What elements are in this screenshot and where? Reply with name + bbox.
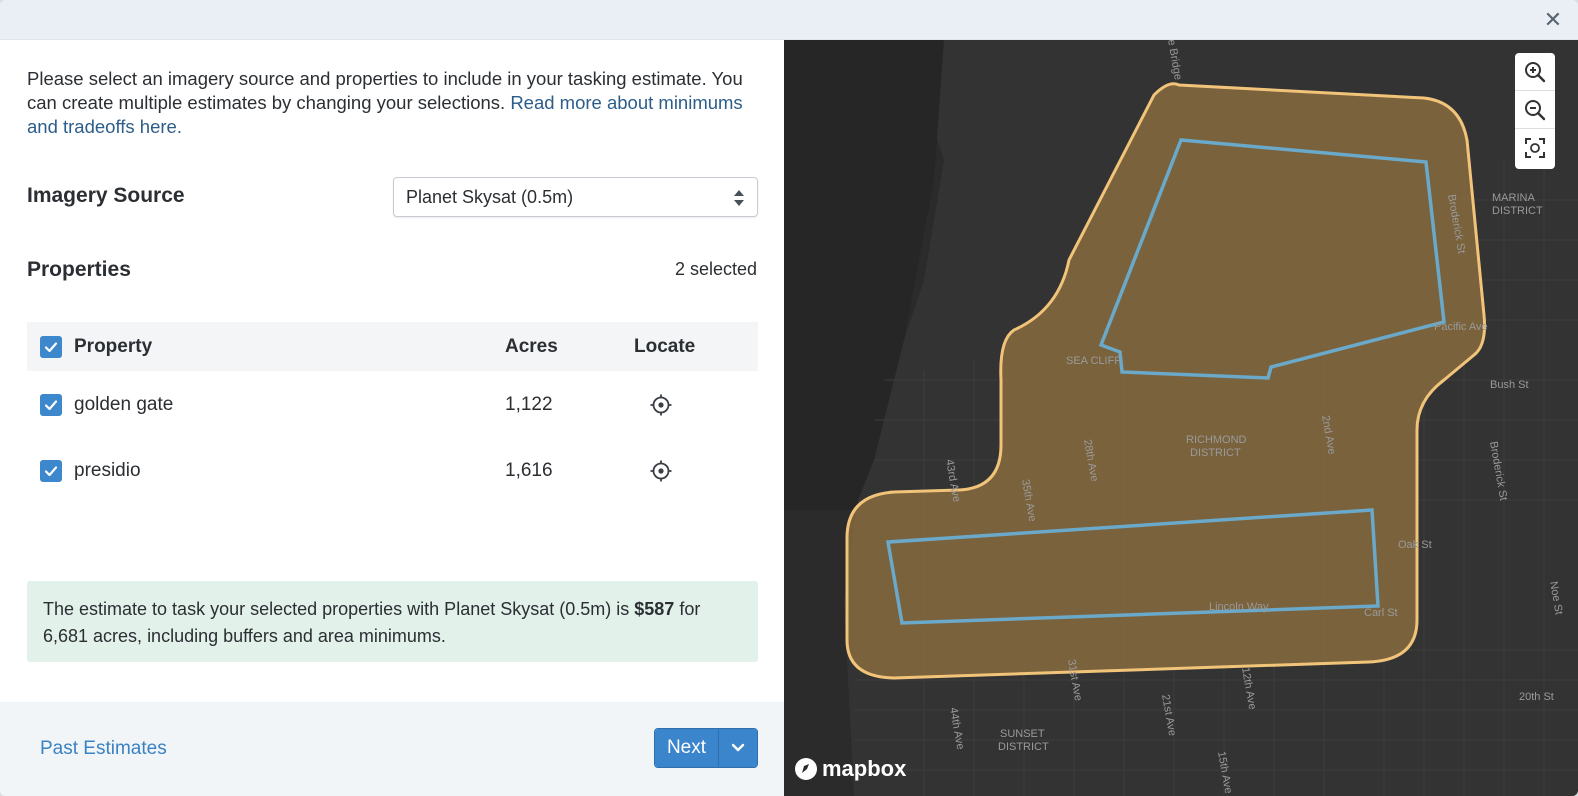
estimate-modal: ✕ Please select an imagery source and pr… <box>0 0 1578 796</box>
row-checkbox[interactable] <box>40 460 62 482</box>
map-label-bush: Bush St <box>1490 379 1529 391</box>
map-label-sunset-1: SUNSET <box>1000 728 1045 740</box>
property-name: golden gate <box>74 394 174 415</box>
column-acres[interactable]: Acres <box>505 336 558 358</box>
properties-table-header: Property Acres Locate <box>27 322 758 371</box>
imagery-source-select[interactable]: Planet Skysat (0.5m) <box>393 177 758 217</box>
mapbox-icon <box>795 758 817 780</box>
check-icon <box>44 400 58 411</box>
column-locate: Locate <box>634 336 696 357</box>
modal-header: ✕ <box>0 0 1578 40</box>
map-label-richmond-1: RICHMOND <box>1186 434 1247 446</box>
map-label-marina-2: DISTRICT <box>1492 205 1543 217</box>
imagery-source-label: Imagery Source <box>27 184 185 207</box>
chevron-down-icon <box>731 743 745 752</box>
fit-bounds-icon <box>1525 138 1545 158</box>
estimate-price: $587 <box>634 599 675 619</box>
map-label-richmond-2: DISTRICT <box>1190 447 1241 459</box>
imagery-source-value: Planet Skysat (0.5m) <box>406 187 574 207</box>
select-arrows-icon <box>734 190 744 206</box>
map-label-sunset-2: DISTRICT <box>998 741 1049 753</box>
map-label-carl: Carl St <box>1364 607 1398 619</box>
check-icon <box>44 342 58 353</box>
map-zoom-controls <box>1515 53 1555 169</box>
next-split-button: Next <box>654 728 758 768</box>
properties-label: Properties <box>27 258 131 281</box>
next-dropdown-button[interactable] <box>719 729 757 767</box>
select-all-checkbox[interactable] <box>40 336 62 358</box>
column-property[interactable]: Property <box>74 336 152 358</box>
zoom-out-button[interactable] <box>1515 91 1555 129</box>
map-label-marina-1: MARINA <box>1492 192 1535 204</box>
zoom-in-button[interactable] <box>1515 53 1555 91</box>
map-label-oak: Oak St <box>1398 539 1432 551</box>
estimate-form-pane: Please select an imagery source and prop… <box>0 40 784 796</box>
zoom-out-icon <box>1525 99 1546 120</box>
map-label-pacific: Pacific Ave <box>1434 321 1488 333</box>
map-label-sea-cliff: SEA CLIFF <box>1066 355 1121 367</box>
property-acres: 1,616 <box>505 460 553 481</box>
locate-crosshair-icon[interactable] <box>650 394 672 416</box>
zoom-in-icon <box>1525 61 1546 82</box>
map-view[interactable]: MARINA DISTRICT RICHMOND DISTRICT SUNSET… <box>784 40 1578 796</box>
check-icon <box>44 466 58 477</box>
locate-crosshair-icon[interactable] <box>650 460 672 482</box>
map-label-20th: 20th St <box>1519 691 1554 703</box>
mapbox-wordmark: mapbox <box>822 756 907 781</box>
property-acres: 1,122 <box>505 394 553 415</box>
mapbox-logo[interactable]: mapbox <box>794 756 906 782</box>
property-name: presidio <box>74 460 141 481</box>
past-estimates-link[interactable]: Past Estimates <box>40 738 167 760</box>
row-checkbox[interactable] <box>40 394 62 416</box>
estimate-prefix: The estimate to task your selected prope… <box>43 599 630 619</box>
next-button[interactable]: Next <box>655 729 719 767</box>
fit-bounds-button[interactable] <box>1515 129 1555 167</box>
intro-text: Please select an imagery source and prop… <box>27 67 757 139</box>
selected-count: 2 selected <box>674 259 757 279</box>
map-label-lincoln: Lincoln Way <box>1209 601 1269 613</box>
modal-footer: Past Estimates Next <box>0 702 784 796</box>
map-canvas[interactable]: MARINA DISTRICT RICHMOND DISTRICT SUNSET… <box>784 40 1578 796</box>
close-icon[interactable]: ✕ <box>1542 9 1564 31</box>
estimate-summary: The estimate to task your selected prope… <box>27 581 758 662</box>
